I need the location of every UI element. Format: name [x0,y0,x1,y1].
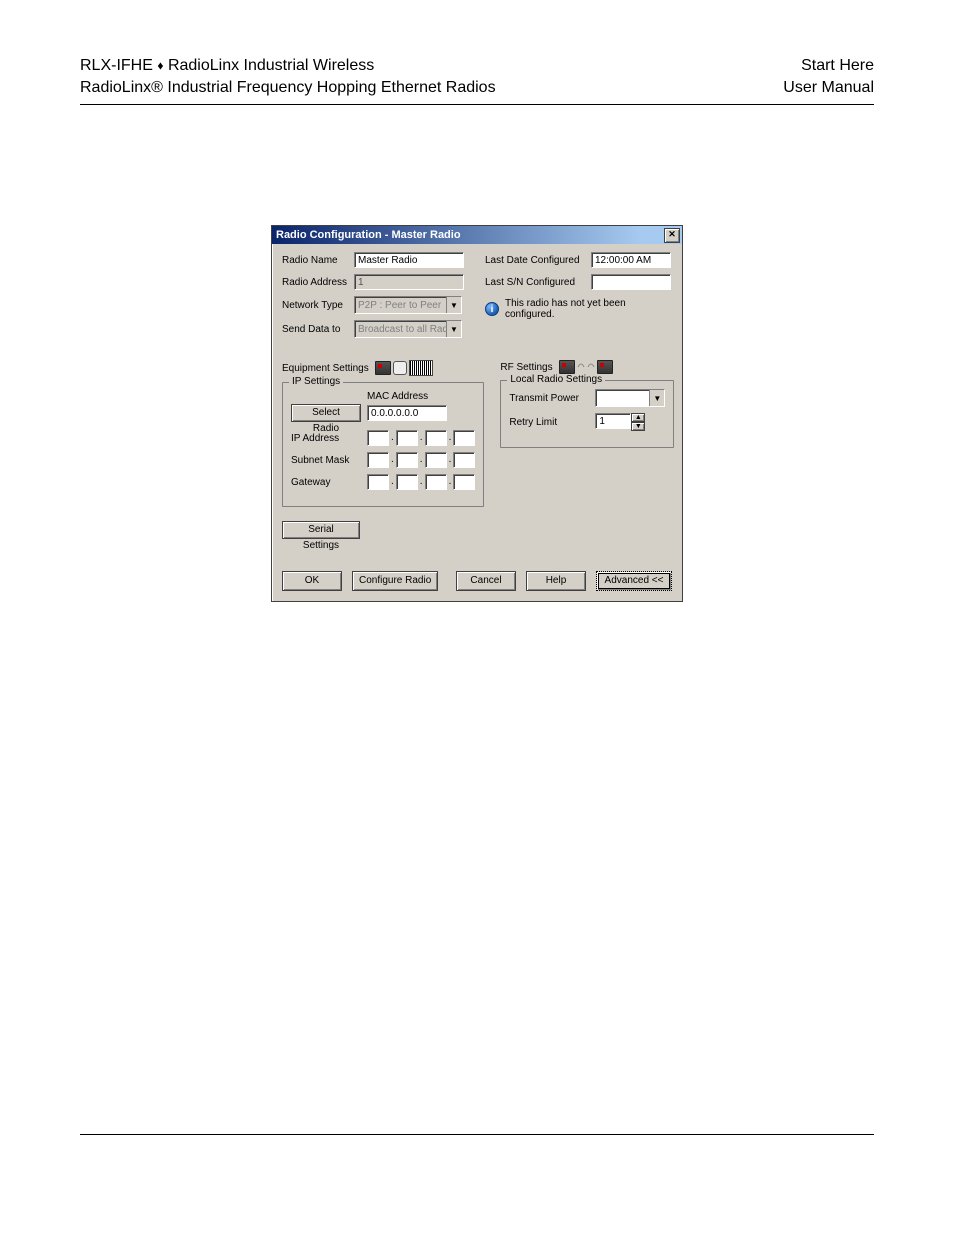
info-icon: i [485,302,499,316]
chevron-down-icon: ▼ [446,297,461,313]
send-data-select[interactable]: Broadcast to all Radios ▼ [354,320,462,338]
diamond-separator: ♦ [157,59,163,73]
ip-settings-legend: IP Settings [289,376,343,387]
chevron-down-icon: ▼ [446,321,461,337]
gateway-input[interactable]: ... [367,474,475,490]
radio-name-label: Radio Name [282,255,348,266]
radio-device-icon [597,360,613,374]
header-right-line2: User Manual [783,77,874,99]
header-left-line2: RadioLinx® Industrial Frequency Hopping … [80,77,496,99]
last-sn-input [591,274,671,290]
network-type-label: Network Type [282,300,348,311]
subnet-mask-label: Subnet Mask [291,455,361,466]
spinner-up-icon[interactable]: ▲ [631,413,645,422]
chevron-down-icon: ▼ [649,390,664,406]
footer-rule [80,1134,874,1135]
send-data-label: Send Data to [282,324,348,335]
radio-device-icon [559,360,575,374]
last-sn-label: Last S/N Configured [485,277,585,288]
local-radio-settings-legend: Local Radio Settings [507,374,605,385]
rf-settings-label: RF Settings [500,362,552,373]
header-left-line1: RLX-IFHE ♦ RadioLinx Industrial Wireless [80,55,496,77]
last-date-label: Last Date Configured [485,255,585,266]
dialog-title: Radio Configuration - Master Radio [276,229,461,241]
rf-wave-icon [577,360,595,374]
radio-name-input[interactable] [354,252,464,268]
help-button[interactable]: Help [526,571,586,591]
transmit-power-label: Transmit Power [509,393,589,404]
radio-address-input [354,274,464,290]
network-type-select[interactable]: P2P : Peer to Peer ▼ [354,296,462,314]
mac-address-label: MAC Address [367,391,428,402]
ip-address-input[interactable]: ... [367,430,475,446]
radio-address-label: Radio Address [282,277,348,288]
product-code: RLX-IFHE [80,57,153,74]
gateway-label: Gateway [291,477,361,488]
radio-config-dialog: Radio Configuration - Master Radio ✕ Rad… [271,225,683,602]
cancel-button[interactable]: Cancel [456,571,516,591]
page-header: RLX-IFHE ♦ RadioLinx Industrial Wireless… [80,55,874,105]
serial-settings-button[interactable]: Serial Settings [282,521,360,539]
status-message: This radio has not yet been configured. [505,298,672,320]
header-right-line1: Start Here [783,55,874,77]
dialog-titlebar: Radio Configuration - Master Radio ✕ [272,226,682,244]
last-date-input [591,252,671,268]
radio-device-icon [375,361,391,375]
advanced-button[interactable]: Advanced << [596,571,672,591]
ip-address-label: IP Address [291,433,361,444]
transmit-power-select[interactable]: ▼ [595,389,665,407]
configure-radio-button[interactable]: Configure Radio [352,571,438,591]
spinner-down-icon[interactable]: ▼ [631,422,645,431]
local-radio-settings-group: Local Radio Settings Transmit Power ▼ Re… [500,380,674,448]
retry-limit-spinner[interactable]: ▲ ▼ [595,413,645,431]
cable-icon [393,361,407,375]
barcode-icon [409,360,433,376]
mac-address-input[interactable] [367,405,447,421]
ip-settings-group: IP Settings MAC Address Select Radio IP … [282,382,484,507]
product-name: RadioLinx Industrial Wireless [168,57,374,74]
equipment-settings-label: Equipment Settings [282,363,369,374]
rf-icons [559,360,613,374]
equipment-icons [375,360,433,376]
subnet-mask-input[interactable]: ... [367,452,475,468]
close-button[interactable]: ✕ [664,228,680,243]
ok-button[interactable]: OK [282,571,342,591]
select-radio-button[interactable]: Select Radio [291,404,361,422]
retry-limit-label: Retry Limit [509,417,589,428]
